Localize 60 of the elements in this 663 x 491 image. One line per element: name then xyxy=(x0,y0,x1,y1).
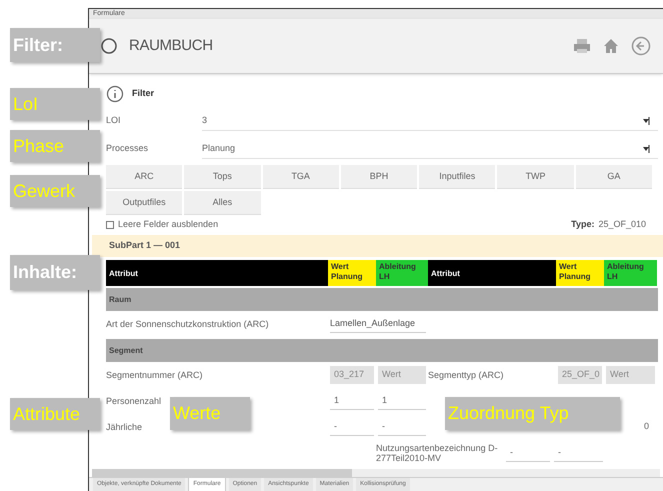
trade-button[interactable]: Inputfiles xyxy=(419,165,496,189)
trade-button[interactable]: Alles xyxy=(184,191,261,215)
column-header: Ableitung LH xyxy=(376,260,428,286)
value-field[interactable]: 03_217 xyxy=(330,366,374,384)
page-title: RAUMBUCH xyxy=(129,36,213,56)
annotation-label: Inhalte: xyxy=(10,255,100,290)
annotation-label: Phase xyxy=(10,130,100,162)
value-field[interactable]: - xyxy=(378,418,426,436)
attribute-label: Jährliche xyxy=(106,422,142,432)
dropdown-field[interactable]: 3 xyxy=(202,111,658,131)
attribute-label: Segmenttyp (ARC) xyxy=(428,370,504,380)
value-field[interactable]: Wert xyxy=(378,366,426,384)
field-label: LOI xyxy=(106,114,122,128)
annotation-label: Gewerk xyxy=(10,175,100,207)
trade-button[interactable]: TWP xyxy=(497,165,574,189)
filter-title: Filter xyxy=(132,87,154,100)
annotation-label: Filter: xyxy=(10,28,100,62)
trade-button[interactable]: ARC xyxy=(106,165,182,189)
value-field[interactable]: Lamellen_Außenlage xyxy=(330,315,426,333)
dropdown-field[interactable]: Planung xyxy=(202,139,658,159)
dropdown-arrow-icon[interactable] xyxy=(642,144,650,154)
type-value: 25_OF_010 xyxy=(598,218,646,232)
back-icon[interactable] xyxy=(631,36,651,56)
section-header: Segment xyxy=(106,339,658,362)
home-icon[interactable] xyxy=(603,38,619,54)
attribute-label: Nutzungsartenbezeichnung D-277Teil2010-MV xyxy=(376,443,499,463)
column-header: Attribut xyxy=(106,260,328,286)
attribute-label: Segmentnummer (ARC) xyxy=(106,370,203,380)
checkbox-label: Leere Felder ausblenden xyxy=(118,218,218,232)
trade-button[interactable]: Tops xyxy=(184,165,261,189)
trade-button[interactable]: Outputfiles xyxy=(106,191,182,215)
value-field[interactable]: 1 xyxy=(330,392,374,410)
field-label: Processes xyxy=(106,142,150,156)
value-field[interactable]: - xyxy=(554,444,603,462)
subpart-bar: SubPart 1 — 001 xyxy=(92,235,663,257)
trade-button[interactable]: GA xyxy=(576,165,652,189)
type-label: Type: xyxy=(571,218,594,232)
dropdown-arrow-icon[interactable] xyxy=(642,116,650,126)
horizontal-scrollbar[interactable] xyxy=(92,469,660,477)
value-field[interactable]: - xyxy=(506,444,550,462)
column-header: Ableitung LH xyxy=(604,260,657,286)
print-icon[interactable] xyxy=(573,38,591,54)
value-field[interactable]: 25_OF_0 xyxy=(558,366,602,384)
column-header: Attribut xyxy=(428,260,556,286)
trade-button[interactable]: BPH xyxy=(340,165,418,189)
section-header: Raum xyxy=(106,288,658,311)
annotation-label: Zuordnung Typ xyxy=(445,397,620,430)
trade-button[interactable]: TGA xyxy=(262,165,339,189)
value-field[interactable]: - xyxy=(330,418,374,436)
annotation-label: Attribute xyxy=(10,398,100,430)
attribute-label: Personenzahl xyxy=(106,396,162,406)
value-text: 0 xyxy=(644,420,649,434)
value-field[interactable]: Wert xyxy=(606,366,655,384)
annotation-label: LoI xyxy=(10,88,100,120)
attribute-label: Art der Sonnenschutzkonstruktion (ARC) xyxy=(106,319,269,329)
column-header: Wert Planung xyxy=(328,260,376,286)
checkbox[interactable] xyxy=(106,221,114,229)
annotation-label: Werte xyxy=(170,397,250,430)
column-header: Wert Planung xyxy=(556,260,604,286)
value-field[interactable]: 1 xyxy=(378,392,426,410)
